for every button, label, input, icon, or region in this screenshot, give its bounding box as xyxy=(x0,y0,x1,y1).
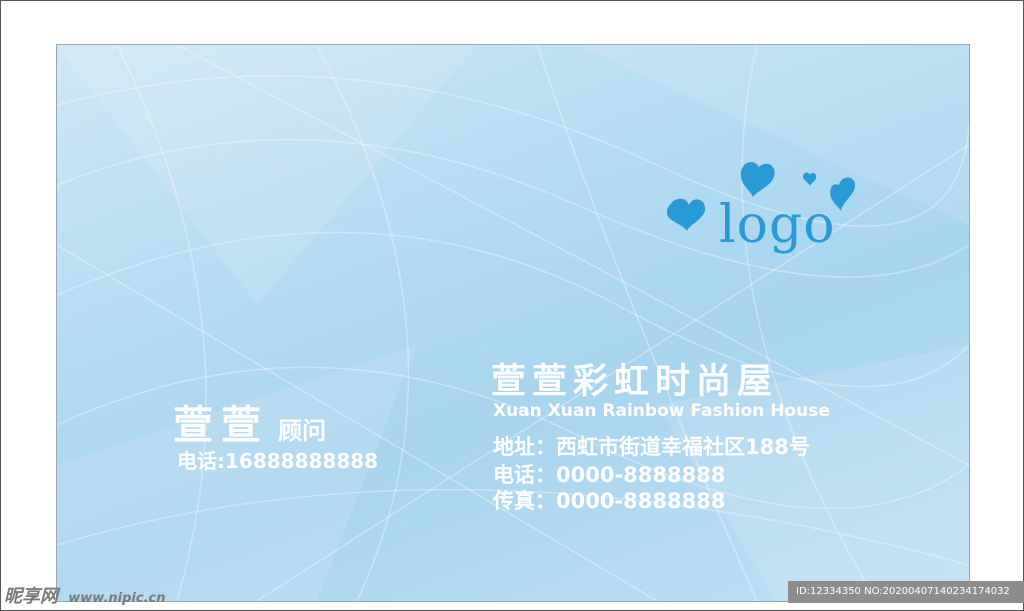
company-name: 萱萱彩虹时尚屋 xyxy=(491,362,779,402)
company-fax: 传真：0000-8888888 xyxy=(493,489,726,513)
logo-text: logo xyxy=(719,195,836,255)
watermark-id: ID:12334350 NO:20200407140234174032 xyxy=(788,581,1024,603)
heart-icon xyxy=(667,198,706,231)
person-phone: 电话:16888888888 xyxy=(177,449,379,473)
company-name-english: Xuan Xuan Rainbow Fashion House xyxy=(493,401,830,421)
person-title: 顾问 xyxy=(278,417,327,445)
watermark-brand-text: 昵享网 xyxy=(4,586,58,607)
watermark-site: www.nipic.cn xyxy=(68,591,166,606)
background-pattern xyxy=(57,45,969,601)
company-address: 地址：西虹市街道幸福社区188号 xyxy=(493,435,810,459)
heart-icon xyxy=(803,172,817,186)
person-name: 萱萱 xyxy=(173,403,269,449)
person-block: 萱萱 顾问 xyxy=(173,393,326,451)
watermark-brand: 昵享网 www.nipic.cn xyxy=(4,582,166,608)
business-card: logo 萱萱彩虹时尚屋 Xuan Xuan Rainbow Fashion H… xyxy=(56,44,970,602)
heart-icon xyxy=(740,162,775,197)
